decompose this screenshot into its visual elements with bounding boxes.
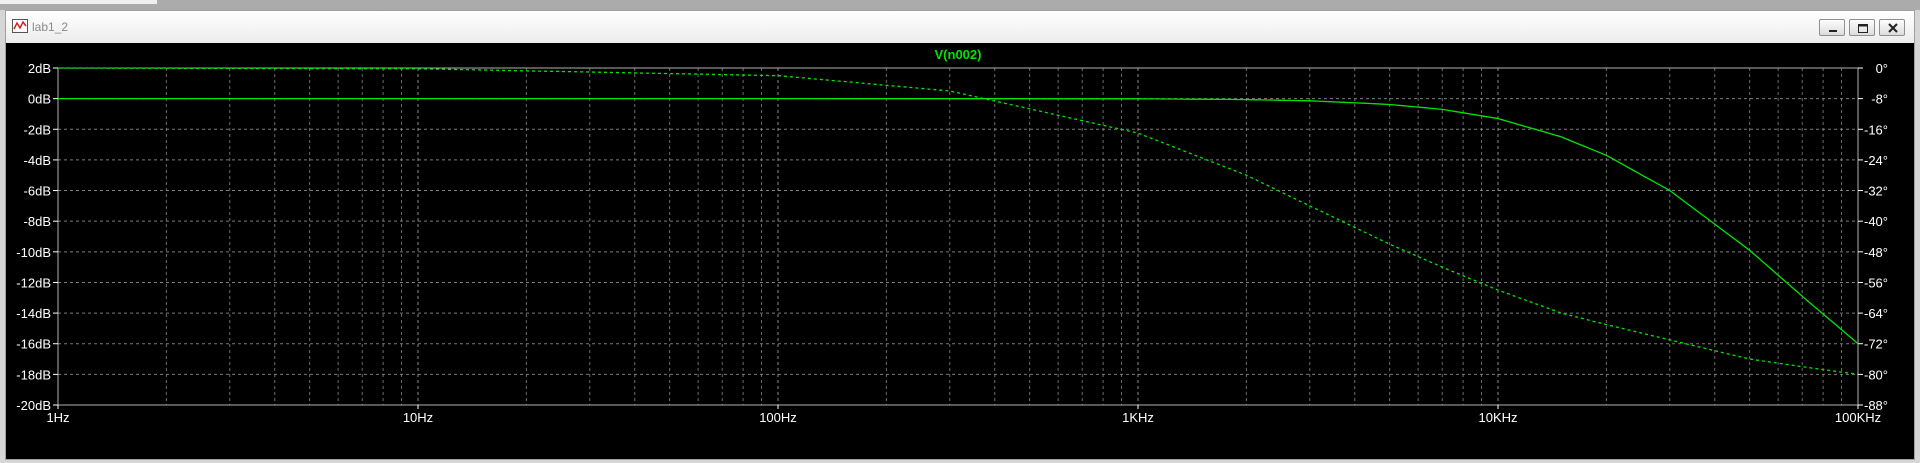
tab-stub xyxy=(0,0,157,4)
window-title: lab1_2 xyxy=(32,20,69,34)
x-tick-label: 10KHz xyxy=(1478,410,1517,425)
y-tick-label-right: -56° xyxy=(1864,275,1888,290)
x-tick-label: 1Hz xyxy=(46,410,69,425)
y-tick-label-left: -12dB xyxy=(16,275,51,290)
minimize-button[interactable] xyxy=(1819,19,1845,36)
y-tick-label-left: -16dB xyxy=(16,337,51,352)
y-tick-label-right: -64° xyxy=(1864,306,1888,321)
y-tick-label-left: -8dB xyxy=(24,214,51,229)
y-tick-label-right: -72° xyxy=(1864,337,1888,352)
y-tick-label-right: 0° xyxy=(1876,61,1888,76)
y-tick-label-right: -80° xyxy=(1864,367,1888,382)
x-tick-label: 100Hz xyxy=(759,410,797,425)
y-tick-label-left: -2dB xyxy=(24,122,51,137)
plot-window: lab1_2 2dB 0dB -2dB -4dB -6dB -8dB -10dB -12dB -… xyxy=(5,10,1915,460)
x-tick-label: 10Hz xyxy=(403,410,433,425)
close-icon xyxy=(1888,23,1898,33)
y-tick-label-left: -10dB xyxy=(16,245,51,260)
y-tick-label-right: -40° xyxy=(1864,214,1888,229)
y-tick-label-right: -24° xyxy=(1864,153,1888,168)
chart-title: V(n002) xyxy=(935,47,982,62)
y-tick-label-right: -48° xyxy=(1864,245,1888,260)
x-tick-label: 100KHz xyxy=(1835,410,1881,425)
y-tick-label-left: -14dB xyxy=(16,306,51,321)
y-tick-label-right: -8° xyxy=(1871,92,1888,107)
top-strip xyxy=(0,0,1920,10)
y-tick-label-left: 0dB xyxy=(28,92,51,107)
title-bar[interactable]: lab1_2 xyxy=(6,11,1914,43)
restore-icon xyxy=(1858,24,1868,33)
plot-frame xyxy=(57,67,1859,406)
bode-plot[interactable]: 2dB 0dB -2dB -4dB -6dB -8dB -10dB -12dB -14dB -16… xyxy=(6,43,1914,459)
y-tick-label-left: 2dB xyxy=(28,61,51,76)
y-tick-label-left: -6dB xyxy=(24,184,51,199)
minimize-icon xyxy=(1829,30,1837,32)
restore-button[interactable] xyxy=(1849,19,1875,36)
close-button[interactable] xyxy=(1879,19,1905,36)
y-tick-label-left: -4dB xyxy=(24,153,51,168)
y-tick-label-left: -18dB xyxy=(16,367,51,382)
plot-area[interactable]: 2dB 0dB -2dB -4dB -6dB -8dB -10dB -12dB -14dB -16… xyxy=(6,43,1914,459)
y-tick-label-right: -32° xyxy=(1864,184,1888,199)
x-tick-label: 1KHz xyxy=(1122,410,1154,425)
y-tick-label-right: -16° xyxy=(1864,122,1888,137)
waveform-icon xyxy=(12,19,28,33)
